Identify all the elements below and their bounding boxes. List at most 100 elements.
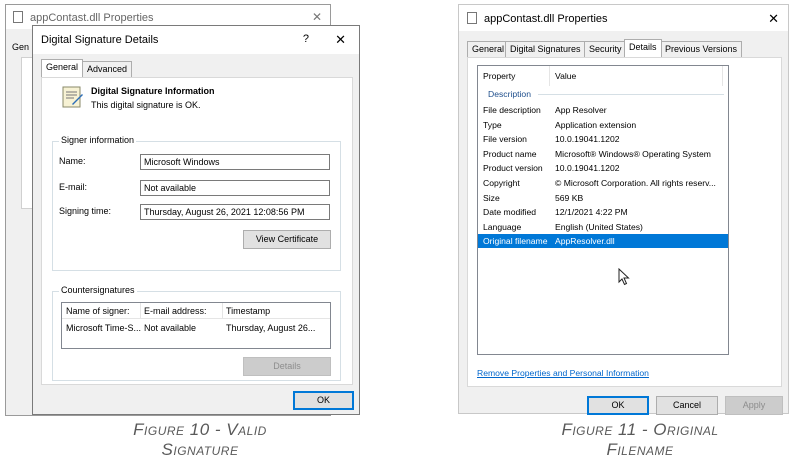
- property-name: Type: [483, 119, 502, 130]
- tab-general[interactable]: General: [467, 41, 510, 57]
- countersignatures-list[interactable]: Name of signer: E-mail address: Timestam…: [61, 302, 331, 349]
- property-value: 10.0.19041.1202: [555, 134, 620, 145]
- property-name: Language: [483, 221, 522, 232]
- property-name: Date modified: [483, 207, 537, 218]
- dialog-content-panel: Digital Signature Information This digit…: [41, 77, 353, 385]
- property-row[interactable]: Size 569 KB: [478, 191, 728, 205]
- tab-details[interactable]: Details: [624, 39, 662, 57]
- digital-signature-details-dialog: Digital Signature Details ? ✕ General Ad…: [32, 25, 360, 415]
- dialog-titlebar: Digital Signature Details ? ✕: [33, 26, 359, 54]
- column-divider: [722, 66, 723, 86]
- description-section-header: Description: [478, 87, 728, 101]
- property-row[interactable]: Original filename AppResolver.dll: [478, 234, 728, 249]
- properties-window: appContast.dll Properties ✕ General Digi…: [458, 4, 789, 415]
- property-value: © Microsoft Corporation. All rights rese…: [555, 178, 716, 188]
- property-value: English (United States): [555, 221, 643, 232]
- property-name: Product version: [483, 163, 543, 174]
- background-close-icon[interactable]: ✕: [312, 10, 322, 24]
- property-row[interactable]: File description App Resolver: [478, 103, 728, 117]
- name-label: Name:: [59, 156, 86, 166]
- properties-list[interactable]: Property Value Description File descript…: [477, 65, 729, 355]
- figure-11-caption-line2: Filename: [606, 440, 674, 459]
- property-row[interactable]: Copyright © Microsoft Corporation. All ri…: [478, 176, 728, 190]
- property-value: AppResolver.dll: [555, 236, 615, 247]
- column-value[interactable]: Value: [555, 71, 576, 81]
- tab-general[interactable]: General: [41, 59, 84, 77]
- property-row[interactable]: Language English (United States): [478, 220, 728, 234]
- countersig-email: Not available: [144, 323, 197, 333]
- property-value: Application extension: [555, 119, 637, 130]
- property-value: App Resolver: [555, 105, 607, 115]
- property-name: File version: [483, 134, 527, 145]
- signer-information-group: Signer information Name: Microsoft Windo…: [52, 135, 341, 271]
- column-timestamp[interactable]: Timestamp: [226, 306, 270, 316]
- tab-digital-signatures[interactable]: Digital Signatures: [505, 41, 586, 57]
- countersig-row[interactable]: Microsoft Time-S... Not available Thursd…: [62, 320, 330, 336]
- email-field[interactable]: Not available: [140, 180, 330, 196]
- mouse-cursor-icon: [618, 267, 630, 291]
- properties-window-title: appContast.dll Properties: [484, 13, 608, 25]
- tab-previous-versions[interactable]: Previous Versions: [660, 41, 743, 57]
- background-tab-general[interactable]: Gen: [12, 42, 29, 52]
- tab-security[interactable]: Security: [584, 41, 627, 57]
- column-email-address[interactable]: E-mail address:: [144, 306, 207, 316]
- property-value: 12/1/2021 4:22 PM: [555, 207, 628, 218]
- property-row[interactable]: Product name Microsoft® Windows® Operatin…: [478, 147, 728, 161]
- background-window-title: appContast.dll Properties: [30, 12, 154, 24]
- figure-11-caption-line1: Figure 11 - Original: [561, 420, 719, 439]
- ok-button[interactable]: OK: [587, 396, 649, 415]
- properties-list-header: Property Value: [478, 66, 728, 86]
- email-label: E-mail:: [59, 182, 88, 192]
- apply-button[interactable]: Apply: [725, 396, 783, 415]
- countersig-signer: Microsoft Time-S...: [66, 323, 142, 333]
- certificate-icon: [62, 86, 84, 108]
- description-section-label: Description: [488, 89, 531, 99]
- property-value: 569 KB: [555, 192, 584, 203]
- signature-info-heading: Digital Signature Information: [91, 86, 215, 96]
- properties-titlebar: appContast.dll Properties ✕: [459, 5, 788, 31]
- view-certificate-button[interactable]: View Certificate: [243, 230, 331, 249]
- property-name: File description: [483, 105, 541, 115]
- property-row[interactable]: Date modified 12/1/2021 4:22 PM: [478, 205, 728, 219]
- cancel-button[interactable]: Cancel: [656, 396, 718, 415]
- section-divider-line: [538, 94, 724, 95]
- column-divider: [549, 66, 550, 86]
- figure-10-caption: Figure 10 - Valid Signature: [60, 420, 340, 460]
- tab-advanced[interactable]: Advanced: [82, 61, 133, 77]
- property-row[interactable]: Type Application extension: [478, 118, 728, 132]
- property-name: Product name: [483, 148, 537, 159]
- signer-group-title: Signer information: [59, 135, 137, 145]
- property-value: Microsoft® Windows® Operating System: [555, 148, 711, 159]
- figure-10-caption-line2: Signature: [161, 440, 239, 459]
- properties-content-panel: Property Value Description File descript…: [467, 57, 782, 387]
- dialog-title: Digital Signature Details: [41, 34, 159, 46]
- property-name: Copyright: [483, 178, 520, 188]
- countersignatures-title: Countersignatures: [59, 285, 137, 295]
- properties-close-icon[interactable]: ✕: [768, 11, 779, 27]
- property-name: Size: [483, 192, 500, 203]
- column-divider: [140, 303, 141, 319]
- help-icon[interactable]: ?: [303, 33, 309, 45]
- column-property[interactable]: Property: [483, 71, 515, 81]
- property-value: 10.0.19041.1202: [555, 163, 620, 174]
- signature-info-status: This digital signature is OK.: [91, 100, 201, 110]
- details-button[interactable]: Details: [243, 357, 331, 376]
- figure-10-caption-line1: Figure 10 - Valid: [133, 420, 267, 439]
- countersignatures-group: Countersignatures Name of signer: E-mail…: [52, 285, 341, 381]
- file-icon: [13, 11, 23, 23]
- countersig-header: Name of signer: E-mail address: Timestam…: [62, 303, 330, 319]
- signing-time-field[interactable]: Thursday, August 26, 2021 12:08:56 PM: [140, 204, 330, 220]
- signing-time-label: Signing time:: [59, 206, 112, 216]
- property-row[interactable]: Product version 10.0.19041.1202: [478, 161, 728, 175]
- name-field[interactable]: Microsoft Windows: [140, 154, 330, 170]
- column-name-of-signer[interactable]: Name of signer:: [66, 306, 130, 316]
- countersig-timestamp: Thursday, August 26...: [226, 323, 316, 333]
- dialog-close-icon[interactable]: ✕: [335, 32, 346, 48]
- figure-11-caption: Figure 11 - Original Filename: [495, 420, 785, 460]
- remove-properties-link[interactable]: Remove Properties and Personal Informati…: [477, 368, 649, 378]
- property-name: Original filename: [483, 236, 548, 247]
- column-divider: [222, 303, 223, 319]
- file-icon: [467, 12, 477, 24]
- ok-button[interactable]: OK: [293, 391, 354, 410]
- property-row[interactable]: File version 10.0.19041.1202: [478, 132, 728, 146]
